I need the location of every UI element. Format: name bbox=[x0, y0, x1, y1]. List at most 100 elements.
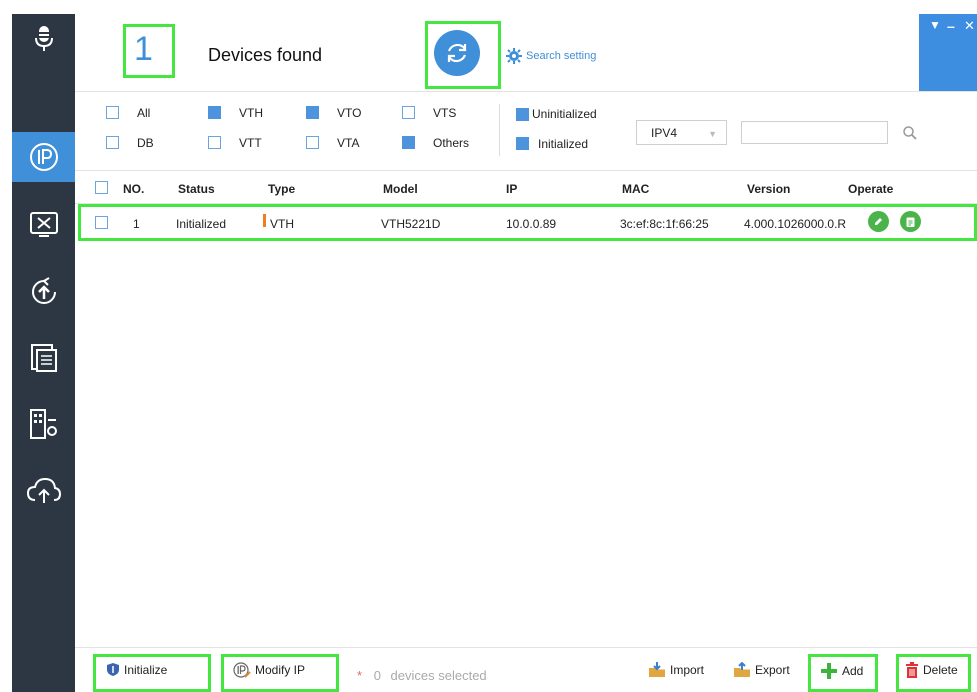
ip-icon bbox=[29, 143, 58, 171]
filter-checkbox-initialized[interactable] bbox=[516, 137, 529, 150]
microphone-icon bbox=[12, 14, 75, 64]
table-row[interactable]: 1 Initialized VTH VTH5221D 10.0.0.89 3c:… bbox=[75, 206, 977, 240]
row-checkbox[interactable] bbox=[95, 216, 108, 229]
trash-icon bbox=[906, 662, 918, 678]
filter-checkbox-vto[interactable] bbox=[306, 106, 319, 119]
search-setting-link[interactable]: Search setting bbox=[506, 48, 596, 64]
table-empty-area bbox=[75, 242, 977, 647]
divider bbox=[499, 104, 500, 156]
add-label: Add bbox=[842, 664, 864, 678]
column-header-type: Type bbox=[268, 182, 296, 196]
search-input[interactable] bbox=[741, 121, 888, 144]
filter-checkbox-vth[interactable] bbox=[208, 106, 221, 119]
column-header-model: Model bbox=[383, 182, 418, 196]
chevron-down-icon: ▼ bbox=[708, 129, 717, 139]
type-marker bbox=[263, 214, 266, 227]
sidebar-item-building[interactable] bbox=[12, 399, 75, 449]
initialize-button[interactable]: Initialize bbox=[106, 662, 167, 677]
filter-checkbox-uninitialized[interactable] bbox=[516, 108, 529, 121]
filter-checkbox-vtt[interactable] bbox=[208, 136, 221, 149]
selected-text: devices selected bbox=[390, 668, 487, 683]
shield-icon bbox=[107, 663, 119, 676]
sidebar-item-tools[interactable] bbox=[12, 200, 75, 250]
filter-label-vth: VTH bbox=[239, 106, 263, 120]
column-header-ip: IP bbox=[506, 182, 518, 196]
clipboard-icon bbox=[906, 217, 915, 227]
cell-status: Initialized bbox=[176, 217, 227, 231]
ip-version-select[interactable]: IPV4 ▼ bbox=[636, 120, 727, 145]
filter-label-vts: VTS bbox=[433, 106, 457, 120]
filter-label-vto: VTO bbox=[337, 106, 362, 120]
column-header-no: NO. bbox=[123, 182, 145, 196]
cloud-upload-icon bbox=[26, 477, 61, 503]
sidebar-item-ip[interactable] bbox=[12, 132, 75, 182]
export-icon bbox=[734, 662, 750, 677]
filter-checkbox-db[interactable] bbox=[106, 136, 119, 149]
column-header-status: Status bbox=[178, 182, 215, 196]
cell-model: VTH5221D bbox=[381, 217, 441, 231]
filter-checkbox-vta[interactable] bbox=[306, 136, 319, 149]
import-label: Import bbox=[670, 663, 705, 677]
cell-mac: 3c:ef:8c:1f:66:25 bbox=[620, 217, 709, 231]
building-settings-icon bbox=[29, 409, 57, 439]
delete-label: Delete bbox=[923, 663, 958, 677]
bottom-toolbar: Initialize Modify IP * 0 devices selecte… bbox=[75, 647, 977, 692]
import-button[interactable]: Import bbox=[648, 662, 704, 678]
document-icon bbox=[30, 344, 57, 372]
export-button[interactable]: Export bbox=[733, 662, 790, 678]
close-button[interactable]: ✕ bbox=[964, 18, 975, 34]
filter-label-db: DB bbox=[137, 136, 154, 150]
column-header-mac: MAC bbox=[622, 182, 650, 196]
devices-found-label: Devices found bbox=[208, 45, 323, 65]
delete-button[interactable]: Delete bbox=[905, 662, 958, 678]
gear-icon bbox=[506, 48, 522, 64]
ip-version-value: IPV4 bbox=[651, 126, 678, 140]
modify-ip-button[interactable]: Modify IP bbox=[233, 662, 305, 678]
import-icon bbox=[649, 662, 665, 677]
search-setting-label: Search setting bbox=[526, 50, 597, 62]
select-all-checkbox[interactable] bbox=[95, 181, 108, 194]
table-header: NO. Status Type Model IP MAC Version Ope… bbox=[75, 170, 977, 204]
add-button[interactable]: Add bbox=[820, 662, 863, 680]
selection-info: * 0 devices selected bbox=[357, 668, 487, 683]
export-label: Export bbox=[755, 663, 790, 677]
sidebar-item-upgrade[interactable] bbox=[12, 267, 75, 317]
filter-label-vta: VTA bbox=[337, 136, 360, 150]
pencil-icon bbox=[875, 218, 882, 225]
window-controls: ▼ – ✕ bbox=[919, 14, 977, 91]
cell-ip: 10.0.0.89 bbox=[506, 217, 557, 231]
initialize-label: Initialize bbox=[124, 662, 168, 677]
refresh-icon bbox=[447, 43, 467, 63]
sidebar-item-cloud[interactable] bbox=[12, 465, 75, 515]
filter-label-vtt: VTT bbox=[239, 136, 262, 150]
ip-edit-icon bbox=[233, 662, 251, 678]
filter-panel: All VTH VTO VTS DB VTT VTA Others Uninit… bbox=[75, 91, 977, 169]
sidebar bbox=[12, 14, 75, 692]
modify-ip-label: Modify IP bbox=[255, 663, 306, 677]
tools-icon bbox=[29, 212, 58, 237]
cell-no: 1 bbox=[133, 217, 140, 231]
filter-label-uninitialized: Uninitialized bbox=[532, 107, 597, 121]
cell-type: VTH bbox=[270, 217, 294, 231]
upgrade-icon bbox=[31, 277, 56, 304]
header: 1 Devices found Search setting ▼ – ✕ bbox=[75, 14, 977, 91]
column-header-version: Version bbox=[747, 182, 791, 196]
refresh-button[interactable] bbox=[434, 30, 480, 76]
details-button[interactable] bbox=[900, 211, 921, 232]
filter-checkbox-all[interactable] bbox=[106, 106, 119, 119]
filter-label-others: Others bbox=[433, 136, 470, 150]
filter-checkbox-vts[interactable] bbox=[402, 106, 415, 119]
minimize-button[interactable]: – bbox=[947, 18, 955, 34]
search-icon[interactable] bbox=[902, 125, 918, 141]
dropdown-menu-icon[interactable]: ▼ bbox=[929, 18, 941, 32]
selected-count: 0 bbox=[373, 668, 381, 683]
filter-checkbox-others[interactable] bbox=[402, 136, 415, 149]
column-header-operate: Operate bbox=[848, 182, 894, 196]
asterisk: * bbox=[357, 668, 363, 683]
device-count: 1 bbox=[134, 30, 153, 68]
sidebar-item-config[interactable] bbox=[12, 333, 75, 383]
cell-version: 4.000.1026000.0.R bbox=[744, 217, 847, 231]
filter-label-all: All bbox=[137, 106, 151, 120]
edit-button[interactable] bbox=[868, 211, 889, 232]
plus-icon bbox=[821, 663, 837, 679]
